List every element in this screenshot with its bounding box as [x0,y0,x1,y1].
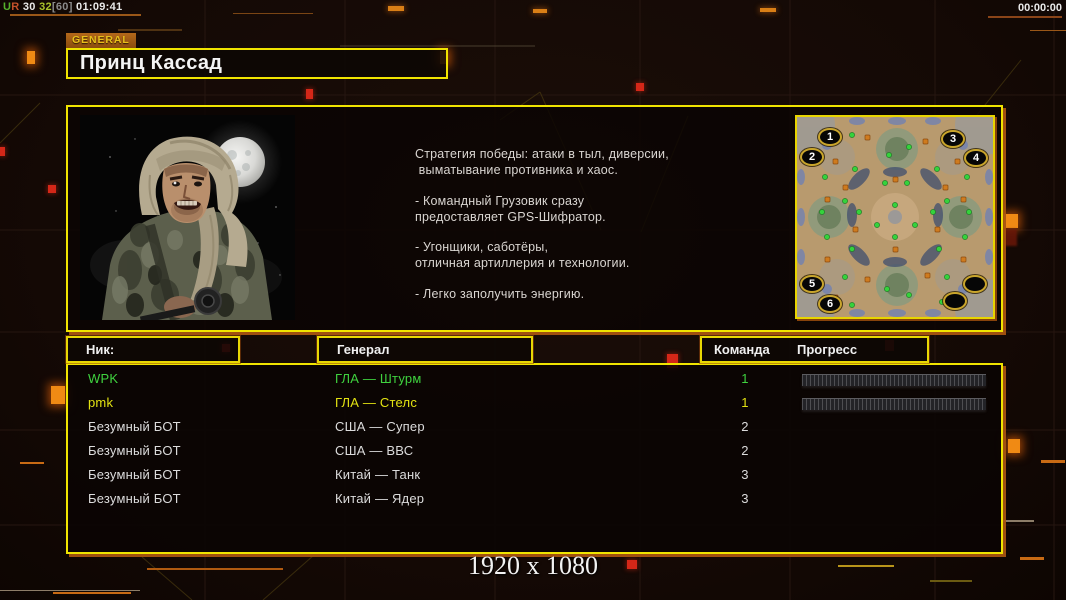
general-portrait [80,115,295,324]
map-preview: 1 2 34 5 6 [775,95,1015,339]
general-name-title: Принц Кассад [66,48,448,79]
decor-square [27,51,35,64]
player-team: 3 [741,467,749,482]
player-nick: WPK [88,371,119,386]
decor-square [51,386,65,404]
start-position-2: 2 [800,148,824,166]
header-progress: Прогресс [797,342,858,357]
resolution-label: 1920 x 1080 [468,551,598,580]
decor-line [53,592,131,594]
empty-position-marker [963,275,987,293]
players-rows: WPK ГЛА — Штурм 1 pmk ГЛА — Стелс 1 Безумный Б… [68,367,1001,511]
start-position-4: 4 [964,149,988,167]
player-team: 1 [741,395,749,410]
strategy-paragraph: - Легко заполучить энергию. [415,286,585,301]
decor-line [0,590,140,591]
strategy-paragraph: - Командный Грузовик сразу предоставляет… [415,193,606,224]
player-nick: Безумный БОТ [88,419,181,434]
decor-square [0,147,5,156]
player-row: Безумный БОТ Китай — Танк 3 [68,463,1001,487]
players-table: WPK ГЛА — Штурм 1 pmk ГЛА — Стелс 1 Безумный Б… [66,363,1003,554]
player-nick: Безумный БОТ [88,467,181,482]
header-team-progress: Команда Прогресс [700,336,929,363]
empty-position-marker [943,292,967,310]
decor-square [48,185,56,193]
header-team: Команда [714,342,770,357]
decor-bar [388,6,404,11]
player-general: ГЛА — Стелс [335,395,418,410]
decor-square [1008,439,1020,453]
decor-bar [533,9,547,13]
portrait-art [80,115,295,324]
start-position-3: 3 [941,130,965,148]
decor-square [1004,214,1018,228]
loading-progress-bar [802,374,986,386]
decor-line [10,14,141,16]
player-row: Безумный БОТ Китай — Ядер 3 [68,487,1001,511]
decor-line [1041,460,1065,463]
player-team: 2 [741,443,749,458]
debug-segment: R [11,1,20,13]
decor-line [988,16,1062,18]
start-position-5: 5 [800,275,824,293]
start-position-1: 1 [818,128,842,146]
debug-segment: U [3,1,12,13]
player-nick: Безумный БОТ [88,491,181,506]
player-nick: Безумный БОТ [88,443,181,458]
strategy-paragraph: Стратегия победы: атаки в тыл, диверсии,… [415,147,669,178]
player-general: США — Супер [335,419,425,434]
player-general: США — ВВС [335,443,414,458]
decor-line [20,462,44,464]
player-row: WPK ГЛА — Штурм 1 [68,367,1001,391]
fps-debug-overlay: UR 30 32[60] 01:09:41 [3,1,122,13]
loading-progress-bar [802,398,986,410]
player-row: Безумный БОТ США — Супер 2 [68,415,1001,439]
header-nick: Ник: [66,336,240,363]
strategy-paragraph: - Угонщики, саботёры, отличная артиллери… [415,240,630,271]
decor-line [1002,520,1034,522]
player-general: Китай — Ядер [335,491,425,506]
match-timer: 00:00:00 [1017,2,1062,14]
general-info-panel: Стратегия победы: атаки в тыл, диверсии,… [66,95,1015,339]
start-position-6: 6 [818,295,842,313]
decor-line [233,13,313,14]
decor-square [636,83,644,91]
debug-segment: 30 [19,1,40,13]
player-row: Безумный БОТ США — ВВС 2 [68,439,1001,463]
player-team: 2 [741,419,749,434]
decor-line [1030,30,1066,31]
player-general: ГЛА — Штурм [335,371,422,386]
loading-screen: { "hud": { "debug_segments": [ {"text": … [0,0,1066,600]
debug-segment: 32 [39,1,52,13]
decor-bar [760,8,776,12]
player-nick: pmk [88,395,114,410]
general-tab-label: GENERAL [66,33,136,48]
debug-segment: 01:09:41 [76,1,123,13]
decor-square [306,89,313,99]
header-general: Генерал [317,336,533,363]
strategy-description: Стратегия победы: атаки в тыл, диверсии,… [415,146,750,316]
decor-ember [1005,229,1017,246]
player-row: pmk ГЛА — Стелс 1 [68,391,1001,415]
debug-segment: [60] [51,1,77,13]
player-team: 3 [741,491,749,506]
player-team: 1 [741,371,749,386]
player-general: Китай — Танк [335,467,421,482]
